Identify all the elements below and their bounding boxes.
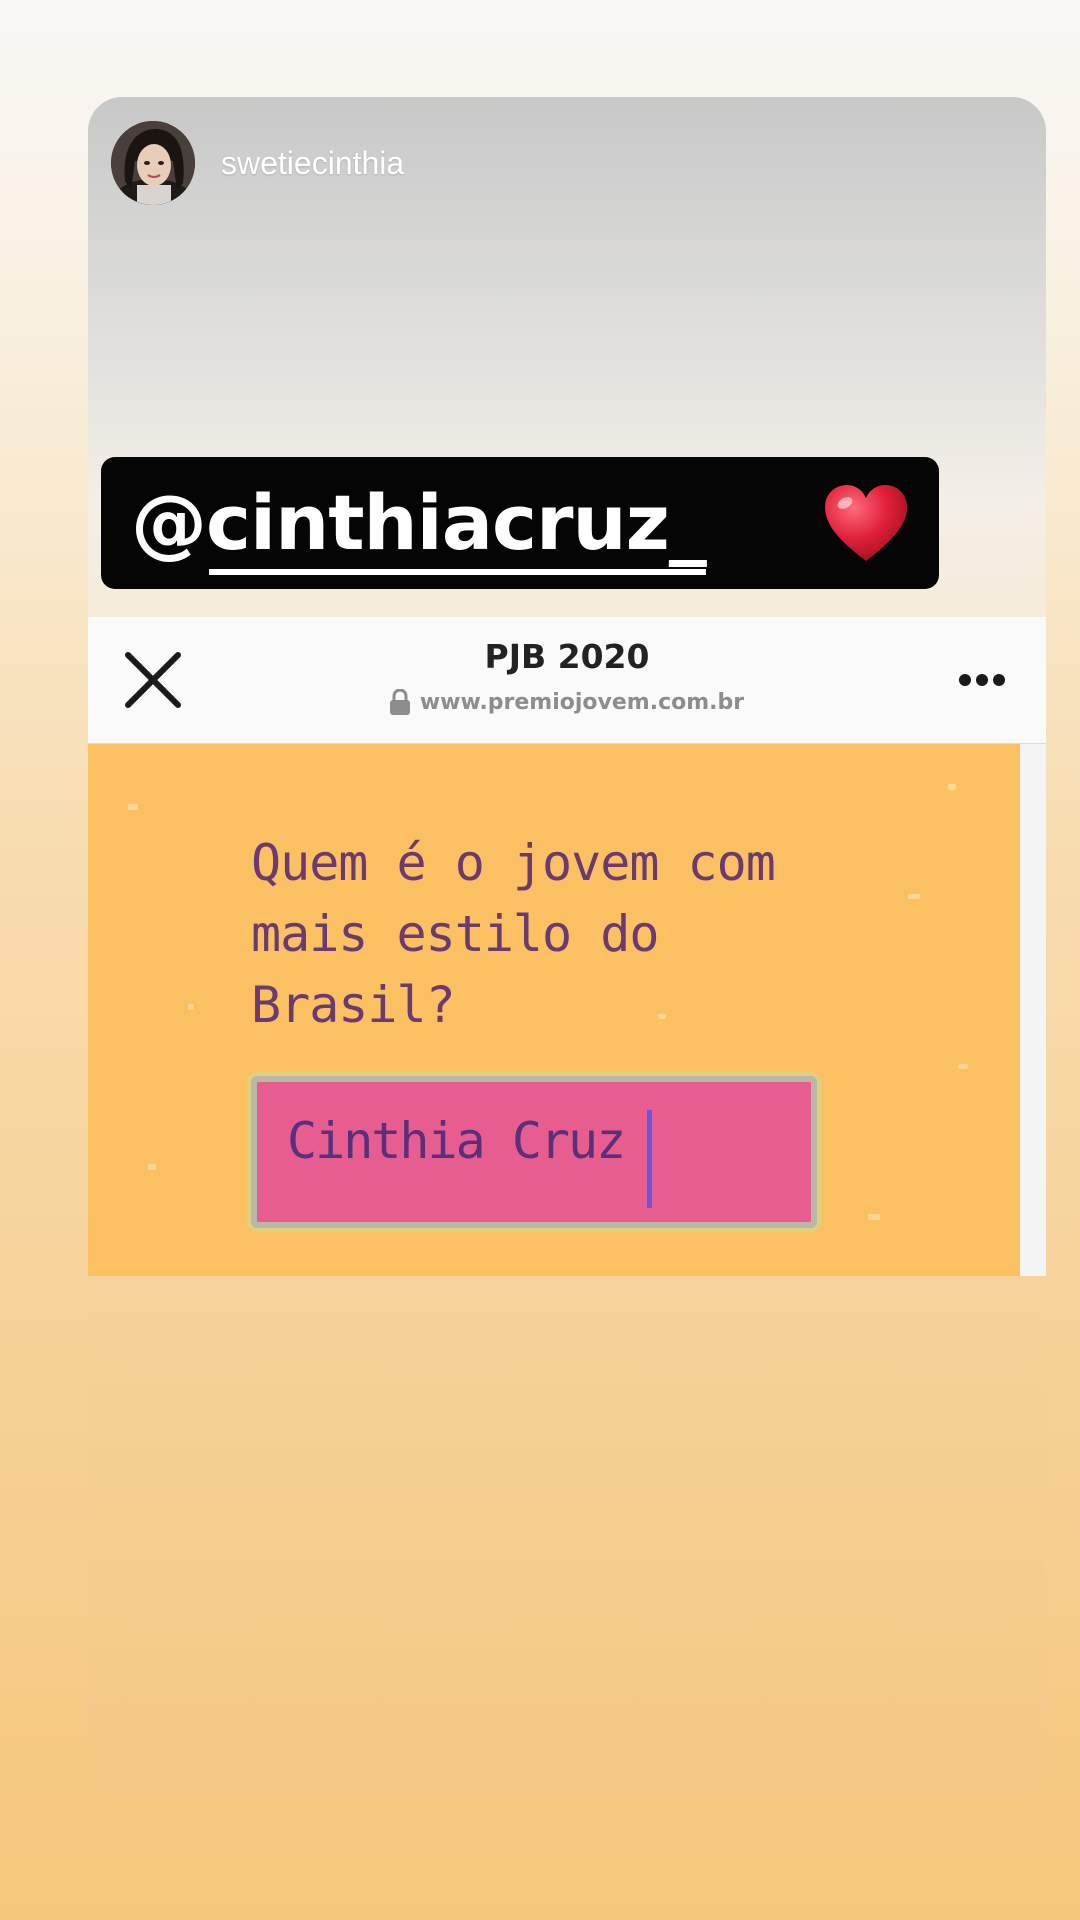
text-cursor [647,1110,652,1208]
url-text: www.premiojovem.com.br [419,689,745,715]
story-header: swetiecinthia [111,121,404,205]
background-speck [868,1214,880,1220]
page-title: PJB 2020 [484,637,650,676]
mention-text[interactable]: @cinthiacruz_ [131,485,707,575]
url-row: www.premiojovem.com.br [88,689,1046,715]
background-speck [948,784,956,790]
background-speck [908,894,920,899]
story-card: swetiecinthia @cinthiacruz_ PJB 2020 www… [88,97,1046,1797]
background-speck [958,1064,968,1069]
mention-underline [209,569,706,575]
mention-label: @cinthiacruz_ [131,478,707,567]
background-speck [148,1164,156,1170]
lock-icon [389,689,410,715]
background-speck [128,804,138,810]
browser-toolbar: PJB 2020 www.premiojovem.com.br [88,617,1046,744]
heart-icon [825,485,907,561]
more-icon[interactable] [958,673,1006,687]
avatar[interactable] [111,121,195,205]
answer-value: Cinthia Cruz [287,1112,626,1170]
answer-input[interactable]: Cinthia Cruz [251,1076,817,1228]
web-page-content: Quem é o jovem com mais estilo do Brasil… [88,744,1020,1276]
mention-sticker[interactable]: @cinthiacruz_ [101,457,939,589]
background-speck [188,1004,194,1010]
avatar-image [111,121,195,205]
question-text: Quem é o jovem com mais estilo do Brasil… [251,834,776,1034]
story-username[interactable]: swetiecinthia [221,145,404,182]
scrollbar-track[interactable] [1020,744,1046,1276]
